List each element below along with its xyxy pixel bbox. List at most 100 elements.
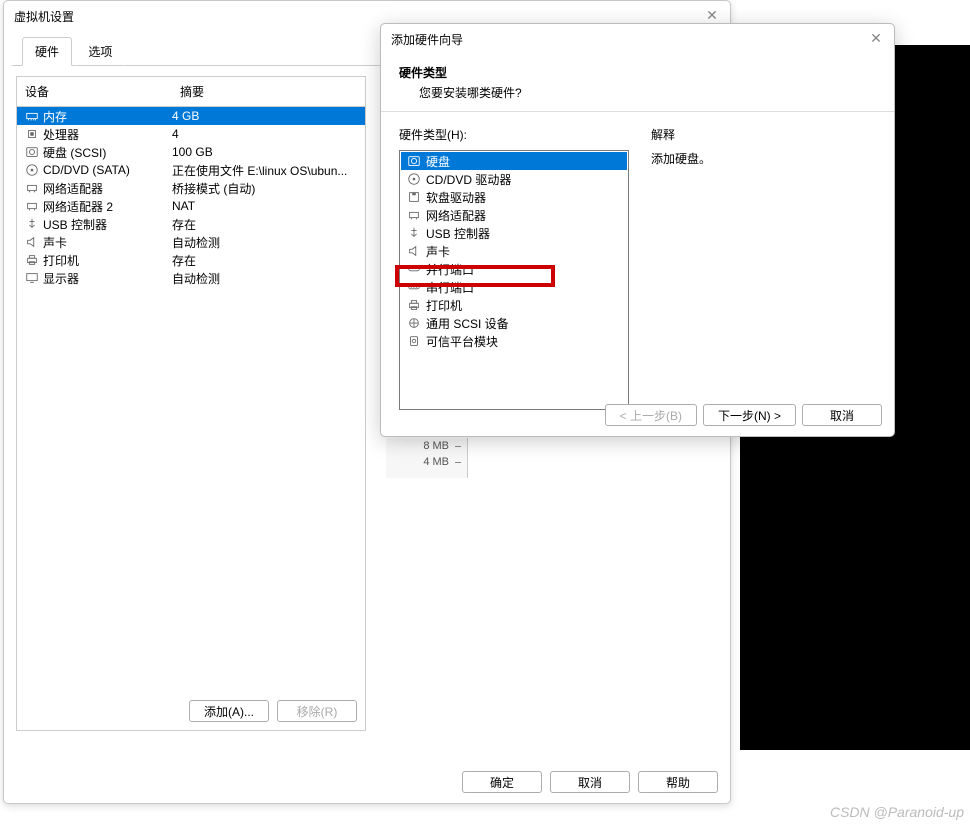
- hardware-row[interactable]: 处理器 4: [17, 125, 365, 143]
- hardware-type-item[interactable]: CD/DVD 驱动器: [401, 170, 627, 188]
- sound-icon: [25, 235, 39, 249]
- hardware-type-item[interactable]: 串行端口: [401, 278, 627, 296]
- sound-icon: [407, 244, 421, 258]
- hardware-type-label: 硬件类型(H):: [399, 126, 629, 143]
- device-summary: 桥接模式 (自动): [172, 180, 357, 197]
- wizard-title: 添加硬件向导: [391, 33, 463, 47]
- memory-icon: [25, 109, 39, 123]
- device-name: 显示器: [43, 270, 79, 287]
- cd-icon: [407, 172, 421, 186]
- hardware-type-item[interactable]: 软盘驱动器: [401, 188, 627, 206]
- hardware-row[interactable]: 网络适配器 桥接模式 (自动): [17, 179, 365, 197]
- type-label: 串行端口: [426, 279, 474, 296]
- cpu-icon: [25, 127, 39, 141]
- cancel-button[interactable]: 取消: [550, 771, 630, 793]
- col-device: 设备: [17, 77, 172, 106]
- usb-icon: [407, 226, 421, 240]
- hardware-row[interactable]: 显示器 自动检测: [17, 269, 365, 287]
- type-label: 软盘驱动器: [426, 189, 486, 206]
- wizard-header: 硬件类型 您要安装哪类硬件?: [381, 56, 894, 111]
- type-label: 打印机: [426, 297, 462, 314]
- mem-tick-label: 8 MB: [423, 440, 449, 452]
- device-summary: 4: [172, 127, 357, 141]
- hardware-row[interactable]: 内存 4 GB: [17, 107, 365, 125]
- explanation-label: 解释: [651, 126, 711, 143]
- hardware-type-item[interactable]: 可信平台模块: [401, 332, 627, 350]
- device-summary: 存在: [172, 252, 357, 269]
- hardware-type-item[interactable]: USB 控制器: [401, 224, 627, 242]
- hardware-list: 设备 摘要 内存4 GB处理器4硬盘 (SCSI)100 GBCD/DVD (S…: [16, 76, 366, 731]
- col-summary: 摘要: [172, 77, 365, 106]
- hardware-type-item[interactable]: 网络适配器: [401, 206, 627, 224]
- printer-icon: [407, 298, 421, 312]
- wizard-header-sub: 您要安装哪类硬件?: [399, 84, 876, 101]
- device-summary: 正在使用文件 E:\linux OS\ubun...: [172, 162, 357, 179]
- hardware-type-item[interactable]: 声卡: [401, 242, 627, 260]
- type-label: 网络适配器: [426, 207, 486, 224]
- wizard-cancel-button[interactable]: 取消: [802, 404, 882, 426]
- watermark: CSDN @Paranoid-up: [830, 804, 964, 820]
- help-button[interactable]: 帮助: [638, 771, 718, 793]
- hardware-type-list[interactable]: 硬盘CD/DVD 驱动器软盘驱动器网络适配器USB 控制器声卡并行端口串行端口打…: [399, 150, 629, 410]
- mem-tick-label: 4 MB: [423, 456, 449, 468]
- close-icon[interactable]: ✕: [866, 28, 886, 48]
- device-name: 声卡: [43, 234, 67, 251]
- wizard-titlebar: 添加硬件向导 ✕: [381, 24, 894, 56]
- back-button[interactable]: < 上一步(B): [605, 404, 697, 426]
- type-label: 硬盘: [426, 153, 450, 170]
- type-label: 并行端口: [426, 261, 474, 278]
- hardware-row[interactable]: USB 控制器存在: [17, 215, 365, 233]
- device-name: 内存: [43, 108, 67, 125]
- explanation-text: 添加硬盘。: [651, 150, 711, 167]
- wizard-header-title: 硬件类型: [399, 64, 876, 81]
- type-label: 声卡: [426, 243, 450, 260]
- hardware-row[interactable]: 硬盘 (SCSI)100 GB: [17, 143, 365, 161]
- floppy-icon: [407, 190, 421, 204]
- disk-icon: [407, 154, 421, 168]
- device-summary: NAT: [172, 199, 357, 213]
- hardware-type-item[interactable]: 硬盘: [401, 152, 627, 170]
- device-name: 打印机: [43, 252, 79, 269]
- network-icon: [407, 208, 421, 222]
- network-icon: [25, 199, 39, 213]
- hardware-type-item[interactable]: 通用 SCSI 设备: [401, 314, 627, 332]
- disk-icon: [25, 145, 39, 159]
- hardware-type-item[interactable]: 打印机: [401, 296, 627, 314]
- tab-options[interactable]: 选项: [75, 37, 125, 66]
- device-name: CD/DVD (SATA): [43, 163, 130, 177]
- add-hardware-wizard: 添加硬件向导 ✕ 硬件类型 您要安装哪类硬件? 硬件类型(H): 硬盘CD/DV…: [380, 23, 895, 437]
- device-summary: 4 GB: [172, 109, 357, 123]
- next-button[interactable]: 下一步(N) >: [703, 404, 796, 426]
- display-icon: [25, 271, 39, 285]
- hardware-row[interactable]: 网络适配器 2 NAT: [17, 197, 365, 215]
- device-name: 网络适配器: [43, 180, 103, 197]
- device-summary: 自动检测: [172, 234, 357, 251]
- device-name: USB 控制器: [43, 216, 107, 233]
- add-button[interactable]: 添加(A)...: [189, 700, 269, 722]
- device-name: 处理器: [43, 126, 79, 143]
- device-name: 网络适配器 2: [43, 198, 113, 215]
- type-label: 通用 SCSI 设备: [426, 315, 509, 332]
- ok-button[interactable]: 确定: [462, 771, 542, 793]
- serial-icon: [407, 280, 421, 294]
- hardware-row[interactable]: 打印机 存在: [17, 251, 365, 269]
- type-label: 可信平台模块: [426, 333, 498, 350]
- printer-icon: [25, 253, 39, 267]
- tpm-icon: [407, 334, 421, 348]
- device-name: 硬盘 (SCSI): [43, 144, 106, 161]
- remove-button[interactable]: 移除(R): [277, 700, 357, 722]
- hardware-list-header: 设备 摘要: [17, 77, 365, 107]
- memory-slider-fragment: 8 MB 4 MB: [386, 438, 468, 478]
- scsi-icon: [407, 316, 421, 330]
- hardware-type-item[interactable]: 并行端口: [401, 260, 627, 278]
- hardware-row[interactable]: CD/DVD (SATA) 正在使用文件 E:\linux OS\ubun...: [17, 161, 365, 179]
- hardware-row[interactable]: 声卡 自动检测: [17, 233, 365, 251]
- tab-hardware[interactable]: 硬件: [22, 37, 72, 66]
- cd-icon: [25, 163, 39, 177]
- type-label: USB 控制器: [426, 225, 490, 242]
- settings-title: 虚拟机设置: [14, 10, 74, 24]
- usb-icon: [25, 217, 39, 231]
- close-icon[interactable]: ✕: [702, 5, 722, 25]
- type-label: CD/DVD 驱动器: [426, 171, 511, 188]
- device-summary: 自动检测: [172, 270, 357, 287]
